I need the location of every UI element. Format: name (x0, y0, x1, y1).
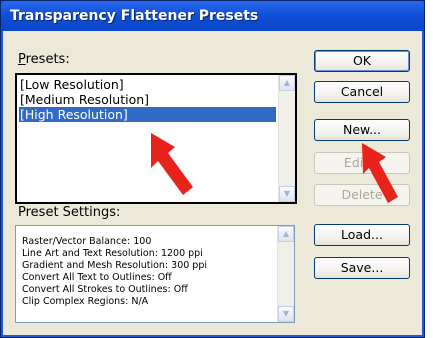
preset-item-high[interactable]: [High Resolution] (19, 107, 276, 122)
setting-line: Convert All Strokes to Outlines: Off (22, 284, 188, 295)
setting-line: Gradient and Mesh Resolution: 300 ppi (22, 260, 208, 271)
cancel-button[interactable]: Cancel (314, 81, 410, 103)
ok-button[interactable]: OK (314, 50, 410, 72)
settings-scrollbar[interactable]: ▲ ▼ (277, 226, 294, 322)
red-arrow-icon (151, 133, 193, 195)
load-button[interactable]: Load... (314, 224, 410, 246)
presets-scrollbar[interactable]: ▲ ▼ (278, 75, 295, 202)
scroll-up-icon[interactable]: ▲ (278, 226, 294, 242)
setting-line: Convert All Text to Outlines: Off (22, 272, 172, 283)
presets-label: Presets: (18, 52, 70, 67)
window-title: Transparency Flattener Presets (10, 8, 259, 24)
red-arrow-icon (362, 143, 398, 203)
preset-settings-box: Raster/Vector Balance: 100 Line Art and … (15, 225, 295, 323)
setting-line: Raster/Vector Balance: 100 (22, 236, 152, 247)
dialog-window: Transparency Flattener Presets Presets: … (0, 0, 425, 338)
scroll-down-icon[interactable]: ▼ (279, 186, 295, 202)
preset-item-low[interactable]: [Low Resolution] (19, 77, 276, 92)
setting-line: Line Art and Text Resolution: 1200 ppi (22, 248, 203, 259)
preset-item-medium[interactable]: [Medium Resolution] (19, 92, 276, 107)
setting-line: Clip Complex Regions: N/A (22, 296, 149, 307)
scroll-down-icon[interactable]: ▼ (278, 306, 294, 322)
preset-settings-label: Preset Settings: (18, 205, 121, 220)
title-bar[interactable]: Transparency Flattener Presets (1, 1, 424, 31)
save-button[interactable]: Save... (314, 257, 410, 279)
scroll-up-icon[interactable]: ▲ (279, 75, 295, 91)
